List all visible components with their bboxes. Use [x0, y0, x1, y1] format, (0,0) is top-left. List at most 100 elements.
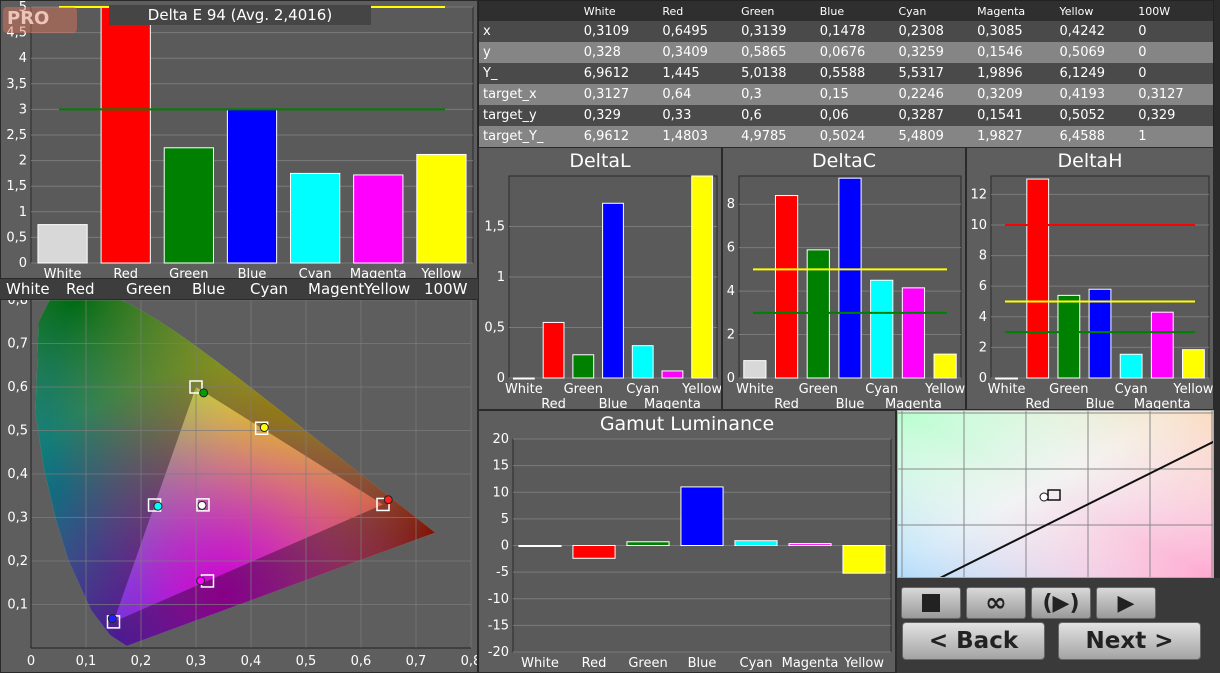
x-tick-label: White: [521, 656, 559, 671]
x-tick-label: Red: [582, 656, 607, 671]
x-tick-label: Green: [628, 656, 667, 671]
stop-button[interactable]: [901, 587, 961, 619]
x-tick-label: Blue: [599, 397, 628, 410]
x-tick-label: Red: [774, 397, 799, 410]
table-cell: 0,33: [658, 105, 738, 126]
y-tick-label: 1: [19, 205, 27, 220]
y-tick-label: 6: [727, 241, 735, 256]
table-cell: 0,3409: [658, 42, 738, 63]
y-tick-label: -20: [488, 645, 509, 660]
y-tick-label: 0,5: [7, 424, 28, 439]
table-cell: 1,9896: [973, 63, 1056, 84]
table-row: target_y 0,329 0,33 0,6 0,06 0,3287 0,1541 0,50…: [479, 105, 1213, 126]
table-cell: y: [479, 42, 580, 63]
bar-blue: [1088, 288, 1112, 379]
x-tick-label: Yellow: [420, 267, 461, 279]
x-tick-label: Yellow: [843, 656, 884, 671]
x-tick-label: Magenta: [644, 397, 701, 410]
bar-red: [572, 545, 616, 559]
measured-marker: [383, 495, 393, 505]
y-tick-label: 0: [497, 371, 505, 386]
table-cell: target_x: [479, 84, 580, 105]
measured-marker: [199, 388, 209, 398]
next-button[interactable]: Next >: [1058, 622, 1201, 660]
cie-legend-item: 100W: [424, 280, 468, 298]
cie-legend-item: White: [6, 280, 50, 298]
x-tick-label: 0,7: [406, 654, 427, 669]
y-tick-label: 2: [19, 154, 27, 169]
y-tick-label: 2,5: [6, 128, 27, 143]
bar-magenta: [661, 370, 684, 379]
table-cell: 0,64: [658, 84, 738, 105]
table-cell: 0,6: [737, 105, 816, 126]
y-tick-label: -5: [496, 565, 509, 580]
gamut-luminance-chart: -20 -15 -10 -5 0 5 10 15 20 White Red Green Blue Cyan…: [488, 432, 892, 671]
table-cell: 0,328: [579, 42, 659, 63]
bar-yellow: [691, 175, 714, 379]
delta-h-panel: DeltaH 0 2 4 6 8 10 12 White Green Cyan Yellow Red B…: [966, 147, 1214, 410]
table-cell: 0,3: [737, 84, 816, 105]
table-cell: 0,5052: [1055, 105, 1135, 126]
bar-red: [774, 195, 799, 379]
cie-legend-item: Blue: [192, 280, 226, 298]
y-tick-label: 15: [492, 459, 509, 474]
x-tick-label: 0,1: [76, 654, 97, 669]
delta-e-chart: 00,511,522,533,544,55White Red Green Blue Cy…: [6, 1, 474, 279]
play-once-button[interactable]: (▶): [1031, 587, 1091, 619]
cie-color-fill: [35, 300, 436, 646]
bar-magenta: [788, 543, 832, 546]
table-cell: 5,0138: [737, 63, 816, 84]
pro-logo-text: PRO: [7, 8, 50, 29]
cie-legend-item: Green: [126, 280, 172, 298]
measured-marker: [1039, 492, 1049, 502]
delta-l-panel: DeltaL 0 0,5 1 1,5 White Green Cyan Yellow Red Bl…: [478, 147, 722, 410]
table-cell: 0,6495: [658, 21, 738, 42]
outside-gamut-shade: [35, 300, 436, 646]
table-row: target_Y_ 6,9612 1,4803 4,9785 0,5024 5,4809 1…: [479, 126, 1213, 147]
x-tick-label: Green: [564, 382, 603, 397]
x-tick-label: 0,2: [131, 654, 152, 669]
x-tick-label: Cyan: [1115, 382, 1148, 397]
table-cell: 0,2308: [894, 21, 974, 42]
bar-cyan: [1119, 353, 1143, 379]
y-tick-label: 10: [970, 218, 987, 233]
x-tick-label: 0,8: [461, 654, 478, 669]
bar-cyan: [290, 172, 341, 264]
back-button[interactable]: < Back: [902, 622, 1045, 660]
x-tick-label: 0,5: [296, 654, 317, 669]
bar-cyan: [734, 540, 778, 547]
loop-button[interactable]: ∞: [966, 587, 1026, 619]
x-tick-label: White: [505, 382, 543, 397]
table-header-cell: Red: [658, 1, 738, 21]
y-tick-label: 0,1: [7, 598, 28, 613]
table-cell: 0,5865: [737, 42, 816, 63]
cie-chromaticity-diagram[interactable]: 0 0,1 0,2 0,3 0,4 0,5 0,6 0,7 0,8 0,1 0,2 0,3 0,4 0,5…: [1, 300, 478, 673]
bar-green: [626, 541, 670, 547]
table-cell: 5,5317: [894, 63, 974, 84]
y-tick-label: -15: [488, 618, 509, 633]
table-cell: target_y: [479, 105, 580, 126]
zoom-overlay: [898, 411, 1213, 577]
x-tick-label: White: [988, 382, 1026, 397]
table-cell: 0,5024: [815, 126, 895, 147]
x-tick-label: Red: [541, 397, 566, 410]
delta-l-chart: 0 0,5 1 1,5 White Green Cyan Yellow Red Blue Magen…: [484, 175, 721, 410]
delta-c-chart: 0 2 4 6 8 White Green Cyan Yellow Red Blue Magenta: [727, 175, 965, 410]
x-tick-label: Green: [1049, 382, 1088, 397]
y-tick-label: 6: [979, 279, 987, 294]
cie-legend-item: Magent: [308, 280, 365, 298]
play-button[interactable]: ▶: [1096, 587, 1156, 619]
bar-cyan: [631, 345, 654, 379]
bar-yellow: [933, 353, 957, 379]
y-tick-label: 4: [979, 310, 987, 325]
controls-area: ∞ (▶) ▶ < Back Next >: [897, 578, 1220, 673]
bar-red: [542, 321, 565, 379]
y-tick-label: 0: [727, 371, 735, 386]
y-tick-label: 4: [19, 51, 27, 66]
y-tick-label: 12: [970, 187, 987, 202]
x-tick-label: Cyan: [299, 267, 332, 279]
table-cell: 0,1541: [973, 105, 1056, 126]
bar-green: [572, 354, 595, 379]
table-cell: 0,3139: [737, 21, 816, 42]
bar-blue: [226, 108, 278, 264]
